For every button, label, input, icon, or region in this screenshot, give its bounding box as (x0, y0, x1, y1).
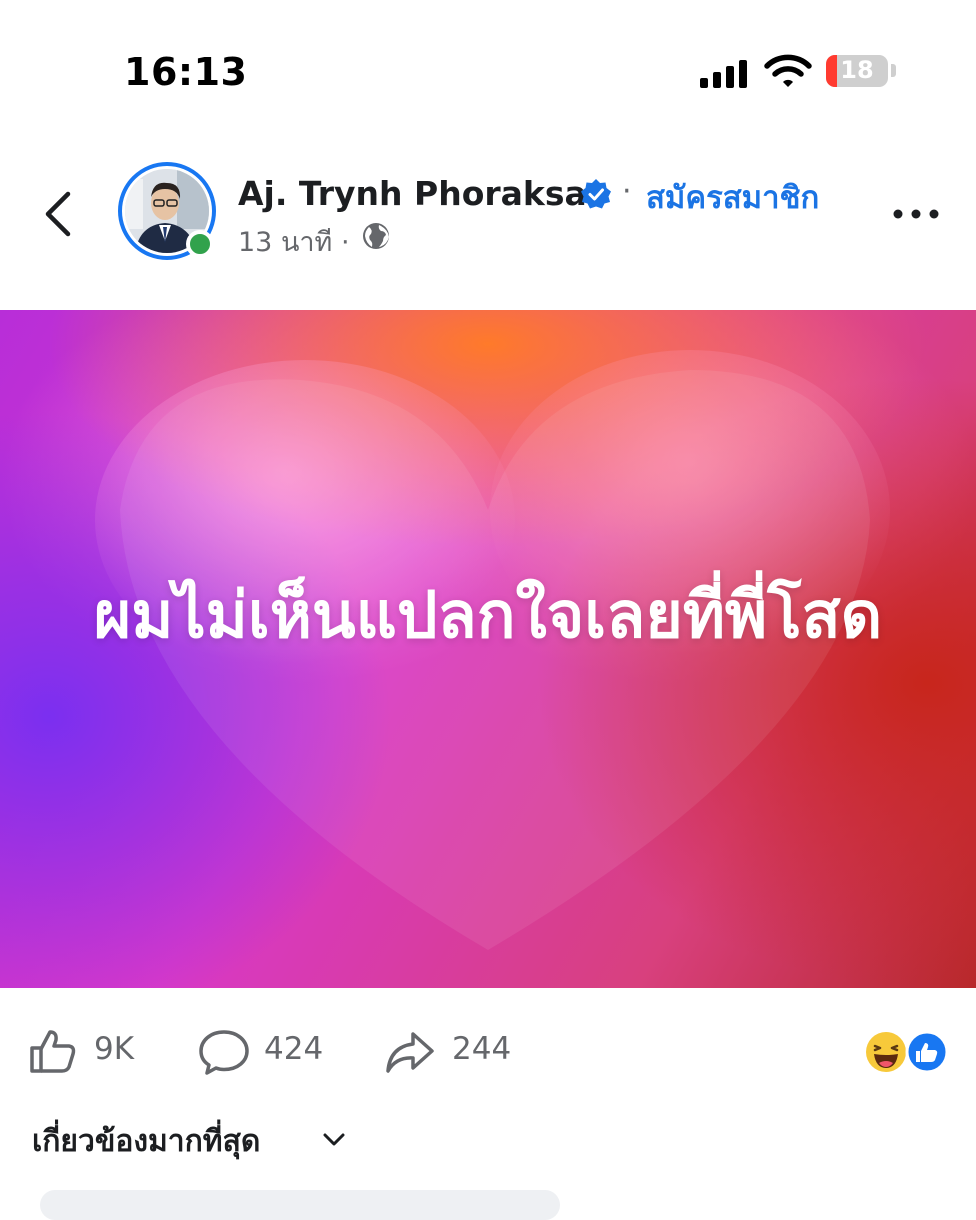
clock: 16:13 (124, 50, 248, 94)
author-name[interactable]: Aj. Trynh Phoraksa (238, 174, 587, 213)
battery-percent: 18 (840, 56, 874, 84)
battery-icon: 18 (826, 55, 888, 87)
verified-badge-icon (581, 179, 611, 209)
haha-icon (866, 1032, 906, 1072)
comment-bubble-icon (199, 1030, 249, 1075)
back-button[interactable] (34, 184, 84, 244)
post-text: ผมไม่เห็นแปลกใจเลยที่พี่โสด (93, 579, 883, 653)
like-reaction-icon (905, 1030, 949, 1074)
reaction-summary[interactable] (864, 1030, 950, 1074)
chevron-down-icon[interactable] (322, 1132, 346, 1148)
post-background-image: ผมไม่เห็นแปลกใจเลยที่พี่โสด (0, 310, 976, 988)
share-button[interactable]: 244 (384, 1018, 524, 1082)
comment-preview-placeholder (40, 1190, 560, 1220)
like-count: 9K (94, 1031, 135, 1067)
cellular-signal-icon (700, 58, 748, 88)
battery-cap (891, 64, 896, 77)
comments-sort-dropdown[interactable]: เกี่ยวข้องมากที่สุด (32, 1118, 260, 1165)
separator-dot: · (622, 174, 632, 209)
more-options-button[interactable] (890, 196, 942, 232)
status-bar: 16:13 18 (0, 0, 976, 110)
subscribe-link[interactable]: สมัครสมาชิก (646, 172, 819, 222)
comment-count: 424 (264, 1031, 324, 1067)
comment-button[interactable]: 424 (198, 1018, 338, 1082)
thumbs-up-icon (30, 1030, 76, 1073)
post-actions: 9K 424 244 (0, 1018, 976, 1082)
wifi-icon (764, 54, 812, 87)
like-button[interactable]: 9K (28, 1018, 148, 1082)
share-arrow-icon (386, 1032, 434, 1073)
share-count: 244 (452, 1031, 512, 1067)
online-status-dot (186, 230, 214, 258)
post-timestamp[interactable]: 13 นาที · (238, 220, 350, 263)
globe-icon (363, 223, 389, 249)
